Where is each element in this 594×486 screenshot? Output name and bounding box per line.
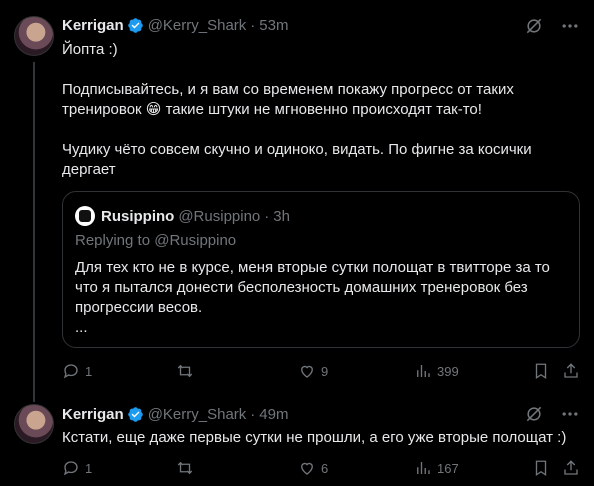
verified-badge-icon xyxy=(127,17,143,33)
bookmark-icon xyxy=(535,363,547,380)
share-icon xyxy=(564,363,578,378)
tweet-header: Kerrigan @Kerry_Shark · 49m xyxy=(62,404,288,424)
tweet-header: Kerrigan @Kerry_Shark · 53m xyxy=(62,15,288,35)
grok-icon[interactable] xyxy=(524,16,544,36)
timestamp[interactable]: 49m xyxy=(259,406,288,423)
avatar[interactable] xyxy=(14,16,54,56)
action-bar: 1 9 399 xyxy=(62,362,582,382)
reply-icon xyxy=(63,364,78,379)
views-count: 167 xyxy=(437,460,459,476)
more-icon[interactable] xyxy=(560,404,580,424)
bookmark-button[interactable] xyxy=(532,362,550,380)
bookmark-button[interactable] xyxy=(532,459,550,477)
avatar[interactable] xyxy=(14,404,54,444)
tweet[interactable]: Kerrigan @Kerry_Shark · 53m Йопта :) Под… xyxy=(0,0,594,402)
action-bar: 1 6 167 xyxy=(62,459,582,479)
separator: · xyxy=(264,207,270,225)
like-count: 6 xyxy=(321,460,329,476)
views-button[interactable]: 167 xyxy=(414,459,459,477)
views-icon xyxy=(417,462,430,474)
share-button[interactable] xyxy=(562,459,580,477)
tweet-menu xyxy=(524,16,580,36)
retweet-icon xyxy=(177,364,193,378)
retweet-button[interactable] xyxy=(176,362,199,380)
replying-to: Replying to @Rusippino xyxy=(75,232,237,249)
tweet-text: Йопта :) Подписывайтесь, и я вам со врем… xyxy=(62,41,532,178)
reply-button[interactable]: 1 xyxy=(62,362,92,380)
like-count: 9 xyxy=(321,363,329,379)
reply-count: 1 xyxy=(85,363,93,379)
retweet-button[interactable] xyxy=(176,459,199,477)
grok-icon[interactable] xyxy=(524,404,544,424)
quote-timestamp: 3h xyxy=(273,207,290,225)
heart-icon xyxy=(301,365,313,378)
author-name[interactable]: Kerrigan xyxy=(62,17,124,34)
quote-text: Для тех кто не в курсе, меня вторые сутк… xyxy=(75,259,550,336)
like-button[interactable]: 6 xyxy=(298,459,328,477)
bookmark-icon xyxy=(535,460,547,477)
author-handle[interactable]: @Kerry_Shark xyxy=(148,17,247,34)
views-icon xyxy=(417,365,430,377)
views-count: 399 xyxy=(437,363,459,379)
quote-header: Rusippino @Rusippino · 3h xyxy=(75,206,290,226)
reply-count: 1 xyxy=(85,460,93,476)
tweet-menu xyxy=(524,404,580,424)
timestamp[interactable]: 53m xyxy=(259,17,288,34)
share-button[interactable] xyxy=(562,362,580,380)
share-icon xyxy=(564,460,578,475)
heart-icon xyxy=(301,462,313,475)
thread-line xyxy=(33,62,35,402)
author-name[interactable]: Kerrigan xyxy=(62,406,124,423)
like-button[interactable]: 9 xyxy=(298,362,328,380)
quote-avatar xyxy=(75,206,95,226)
author-handle[interactable]: @Kerry_Shark xyxy=(148,406,247,423)
tweet-text: Кстати, еще даже первые сутки не прошли,… xyxy=(62,429,567,446)
separator: · xyxy=(250,405,256,423)
more-icon[interactable] xyxy=(560,16,580,36)
quote-author-name: Rusippino xyxy=(101,207,175,225)
reply-icon xyxy=(63,461,78,476)
views-button[interactable]: 399 xyxy=(414,362,459,380)
verified-badge-icon xyxy=(127,406,143,422)
quoted-tweet[interactable]: Rusippino @Rusippino · 3h Replying to @R… xyxy=(62,191,580,348)
reply-button[interactable]: 1 xyxy=(62,459,92,477)
separator: · xyxy=(250,16,256,34)
retweet-icon xyxy=(177,461,193,475)
quote-author-handle: @Rusippino xyxy=(178,207,261,225)
